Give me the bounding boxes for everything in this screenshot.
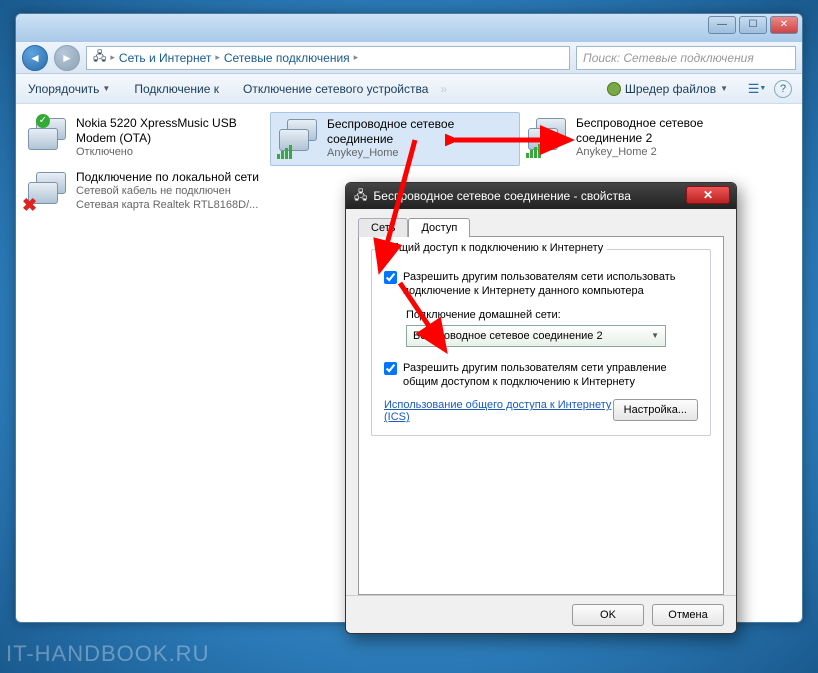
checkbox-input[interactable] bbox=[384, 271, 397, 284]
address-bar[interactable]: 🖧 ▸ Сеть и Интернет ▸ Сетевые подключени… bbox=[86, 46, 570, 70]
connection-status: Anykey_Home bbox=[327, 147, 513, 161]
tab-sharing-page: Общий доступ к подключению к Интернету Р… bbox=[358, 236, 724, 595]
ok-button[interactable]: OK bbox=[572, 604, 644, 626]
error-icon: ✖ bbox=[22, 195, 37, 216]
connection-name: Беспроводное сетевое соединение 2 bbox=[576, 116, 764, 146]
network-icon: 🖧 bbox=[354, 186, 367, 207]
connection-status: Сетевой кабель не подключен bbox=[76, 185, 259, 199]
checkbox-input[interactable] bbox=[384, 362, 397, 375]
connection-status: Anykey_Home 2 bbox=[576, 146, 764, 160]
group-title: Общий доступ к подключению к Интернету bbox=[380, 242, 607, 254]
connection-status: Отключено bbox=[76, 146, 264, 160]
forward-button[interactable]: ► bbox=[54, 45, 80, 71]
connection-name: Беспроводное сетевое соединение bbox=[327, 117, 513, 147]
connection-device: Сетевая карта Realtek RTL8168D/... bbox=[76, 199, 259, 213]
check-icon: ✓ bbox=[36, 114, 50, 128]
back-button[interactable]: ◄ bbox=[22, 45, 48, 71]
settings-button[interactable]: Настройка... bbox=[613, 399, 698, 421]
disable-device-menu[interactable]: Отключение сетевого устройства bbox=[231, 74, 440, 103]
ics-help-link[interactable]: Использование общего доступа к Интернету… bbox=[384, 399, 613, 423]
connection-name: Nokia 5220 XpressMusic USB Modem (OTA) bbox=[76, 116, 264, 146]
tab-sharing[interactable]: Доступ bbox=[408, 218, 470, 237]
checkbox-allow-control[interactable]: Разрешить другим пользователям сети упра… bbox=[384, 361, 698, 390]
search-input[interactable]: Поиск: Сетевые подключения bbox=[576, 46, 796, 70]
maximize-button[interactable]: ☐ bbox=[739, 16, 767, 34]
connection-item-usb-modem[interactable]: ✓ Nokia 5220 XpressMusic USB Modem (OTA)… bbox=[20, 112, 270, 166]
checkbox-allow-share[interactable]: Разрешить другим пользователям сети испо… bbox=[384, 270, 698, 299]
connection-item-lan[interactable]: ✖ Подключение по локальной сети Сетевой … bbox=[20, 166, 280, 217]
home-network-combo[interactable]: Беспроводное сетевое соединение 2 ▼ bbox=[406, 325, 666, 347]
search-placeholder: Поиск: Сетевые подключения bbox=[583, 51, 754, 65]
tab-network[interactable]: Сеть bbox=[358, 218, 408, 237]
explorer-titlebar[interactable]: — ☐ ✕ bbox=[16, 14, 802, 42]
dialog-title: Беспроводное сетевое соединение - свойст… bbox=[373, 189, 631, 203]
minimize-button[interactable]: — bbox=[708, 16, 736, 34]
connection-item-wireless-2[interactable]: Беспроводное сетевое соединение 2 Anykey… bbox=[520, 112, 770, 166]
connection-name: Подключение по локальной сети bbox=[76, 170, 259, 185]
network-icon: 🖧 bbox=[93, 47, 106, 68]
properties-dialog: 🖧 Беспроводное сетевое соединение - свой… bbox=[345, 182, 737, 634]
view-icon[interactable]: ☰▼ bbox=[746, 78, 768, 100]
nav-bar: ◄ ► 🖧 ▸ Сеть и Интернет ▸ Сетевые подклю… bbox=[16, 42, 802, 74]
checkbox-label: Разрешить другим пользователям сети упра… bbox=[403, 361, 698, 390]
connect-menu[interactable]: Подключение к bbox=[122, 74, 231, 103]
connection-item-wireless-1[interactable]: Беспроводное сетевое соединение Anykey_H… bbox=[270, 112, 520, 166]
combo-value: Беспроводное сетевое соединение 2 bbox=[413, 330, 603, 342]
chevron-down-icon: ▼ bbox=[651, 331, 659, 340]
breadcrumb[interactable]: Сеть и Интернет bbox=[119, 51, 211, 65]
cancel-button[interactable]: Отмена bbox=[652, 604, 724, 626]
home-network-label: Подключение домашней сети: bbox=[406, 309, 698, 321]
organize-menu[interactable]: Упорядочить▼ bbox=[16, 74, 122, 103]
signal-icon bbox=[277, 145, 292, 159]
shredder-button[interactable]: Шредер файлов▼ bbox=[595, 82, 740, 96]
signal-icon bbox=[526, 144, 541, 158]
dialog-titlebar[interactable]: 🖧 Беспроводное сетевое соединение - свой… bbox=[346, 183, 736, 209]
help-icon[interactable]: ? bbox=[774, 80, 792, 98]
watermark: IT-HANDBOOK.RU bbox=[6, 641, 209, 667]
toolbar: Упорядочить▼ Подключение к Отключение се… bbox=[16, 74, 802, 104]
breadcrumb[interactable]: Сетевые подключения bbox=[224, 51, 350, 65]
close-button[interactable]: ✕ bbox=[770, 16, 798, 34]
dialog-close-button[interactable]: ✕ bbox=[686, 186, 730, 204]
checkbox-label: Разрешить другим пользователям сети испо… bbox=[403, 270, 698, 299]
